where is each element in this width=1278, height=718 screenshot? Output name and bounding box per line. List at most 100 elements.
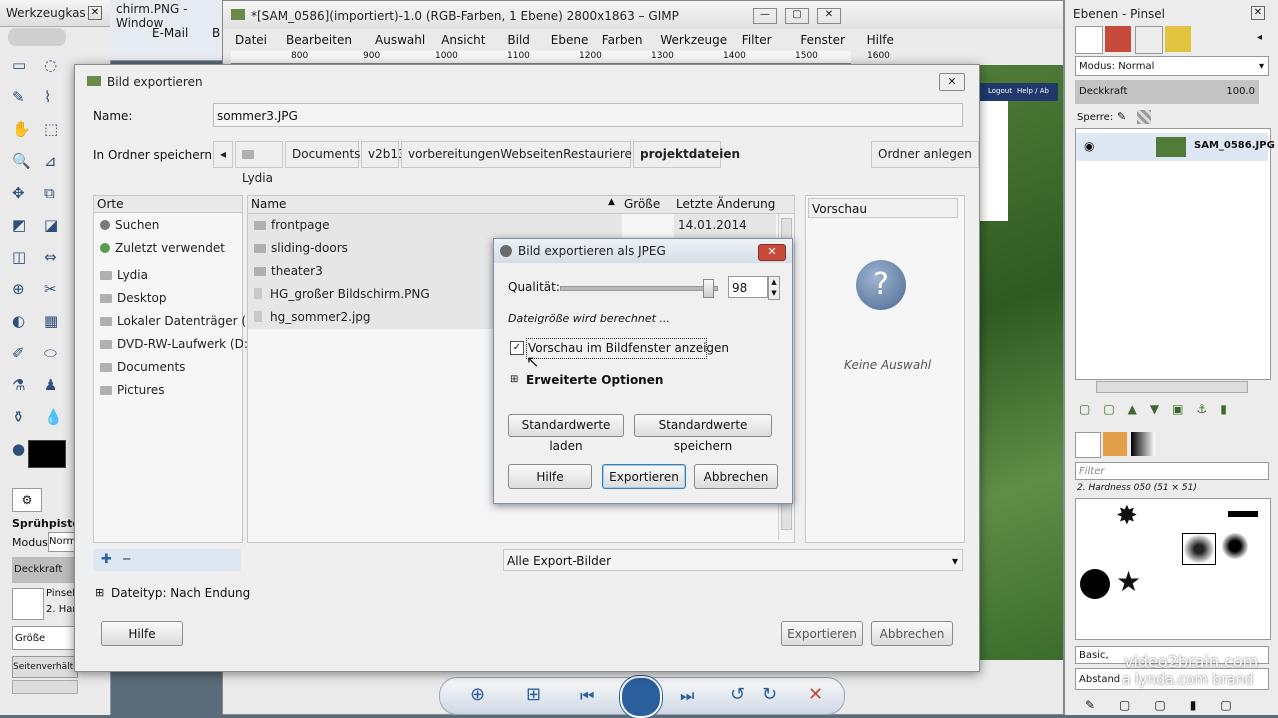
brush-selected-icon[interactable] <box>1182 533 1216 565</box>
filetype-expander-icon[interactable]: ⊞ <box>95 586 104 599</box>
create-folder-button[interactable]: Ordner anlegen <box>871 141 979 168</box>
brush-line-icon[interactable] <box>1228 511 1258 517</box>
jpeg-close-button[interactable]: ✕ <box>758 244 786 261</box>
brush-grid[interactable]: ✸ ★ <box>1075 498 1271 640</box>
places-item[interactable]: Lydia <box>94 264 242 287</box>
toolbox-scrollbar[interactable] <box>12 680 78 694</box>
jpeg-export-button[interactable]: Exportieren <box>602 464 686 489</box>
path-segment-button[interactable]: Documents <box>285 141 360 168</box>
quality-slider-track[interactable] <box>560 286 718 291</box>
export-close-button[interactable]: ✕ <box>939 73 965 91</box>
brush-round-large-icon[interactable] <box>1080 569 1110 599</box>
layers-tab-icon[interactable] <box>1075 26 1103 54</box>
places-item[interactable]: Pictures <box>94 379 242 402</box>
brush-soft-icon[interactable] <box>1222 533 1248 559</box>
zoom-tool-icon[interactable]: 🔍 <box>12 152 34 174</box>
filetype-label[interactable]: Dateityp: Nach Endung <box>111 586 250 600</box>
layer-visibility-icon[interactable]: ◉ <box>1084 139 1094 153</box>
channels-tab-icon[interactable] <box>1105 26 1131 52</box>
background-menu-b[interactable]: B <box>212 26 220 40</box>
slideshow-icon[interactable] <box>620 676 662 718</box>
background-menu-email[interactable]: E-Mail <box>152 26 188 40</box>
next-image-icon[interactable]: ⏭ <box>680 686 694 706</box>
path-segment-button[interactable]: projektdateien <box>633 141 740 168</box>
gimp-menu-5[interactable]: Ebene <box>551 29 589 51</box>
path-segment-button[interactable]: v2b13 <box>361 141 406 168</box>
layer-mode-select[interactable]: Modus: Normal ▾ <box>1075 56 1269 76</box>
gimp-menu-2[interactable]: Auswahl <box>375 29 425 51</box>
places-item[interactable]: DVD-RW-Laufwerk (D:) <box>94 333 253 356</box>
cage-tool-icon[interactable]: ⊕ <box>12 280 34 302</box>
gimp-minimize-button[interactable]: — <box>753 8 777 24</box>
preview-checkbox-label[interactable]: Vorschau im Bildfenster anzeigen <box>528 341 729 355</box>
clone-tool-icon[interactable]: ♟ <box>44 376 66 398</box>
tool-opacity-slider[interactable]: Deckkraft <box>12 557 76 583</box>
paths-tool-icon[interactable]: ✂ <box>44 280 66 302</box>
gimp-menu-1[interactable]: Bearbeiten <box>286 29 352 51</box>
previous-image-icon[interactable]: ⏮ <box>580 686 594 706</box>
paths-tab-icon[interactable] <box>1135 26 1163 54</box>
quality-spin-arrows[interactable]: ▲ ▼ <box>768 276 780 300</box>
filename-input[interactable]: sommer3.JPG <box>213 103 963 127</box>
remove-bookmark-icon[interactable]: ━ <box>123 552 130 566</box>
column-size-header[interactable]: Größe <box>624 197 660 211</box>
layers-dock-close-button[interactable]: ✕ <box>1251 6 1265 20</box>
rotate-left-icon[interactable]: ↺ <box>730 684 745 705</box>
gimp-menu-3[interactable]: Ansicht <box>441 29 485 51</box>
layer-row[interactable]: ◉ SAM_0586.JPG <box>1076 133 1275 161</box>
tool-size-slider[interactable]: Größe <box>12 626 76 650</box>
filetype-filter-select[interactable]: Alle Export-Bilder ▾ <box>503 549 963 571</box>
gimp-menu-8[interactable]: Filter <box>742 29 772 51</box>
gimp-menu-4[interactable]: Bild <box>507 29 530 51</box>
preview-checkbox[interactable]: ✓ <box>510 341 524 355</box>
path-segment-button[interactable]: vorbereitungenWebseitenRestaurieren <box>401 141 640 168</box>
export-cancel-button[interactable]: Abbrechen <box>871 621 953 646</box>
places-item[interactable]: Zuletzt verwendet <box>94 237 242 260</box>
places-item[interactable]: Desktop <box>94 287 242 310</box>
tool-aspect-slider[interactable]: Seitenverhältn <box>12 656 78 678</box>
gimp-menu-6[interactable]: Farben <box>602 29 643 51</box>
scale-tool-icon[interactable]: ◫ <box>12 248 34 270</box>
save-defaults-button[interactable]: Standardwerte speichern <box>634 414 772 453</box>
gimp-menu-0[interactable]: Datei <box>235 29 267 51</box>
undo-tab-icon[interactable] <box>1165 26 1191 52</box>
free-select-tool-icon[interactable]: ✎ <box>12 88 34 110</box>
rotate-tool-icon[interactable]: ◪ <box>44 216 66 238</box>
load-defaults-button[interactable]: Standardwerte laden <box>508 414 624 453</box>
export-help-button[interactable]: Hilfe <box>101 621 183 646</box>
brushes-tab-icon[interactable] <box>1075 432 1101 458</box>
gradients-tab-icon[interactable] <box>1131 432 1155 456</box>
export-export-button[interactable]: Exportieren <box>781 621 863 646</box>
path-segment-button[interactable]: Lydia <box>235 141 283 185</box>
gimp-menu-7[interactable]: Werkzeuge <box>660 29 727 51</box>
zoom-in-icon[interactable]: ⊕ <box>470 684 485 705</box>
path-back-button[interactable]: ◂ <box>213 141 233 168</box>
places-item[interactable]: Documents <box>94 356 242 379</box>
measure-tool-icon[interactable]: ⊿ <box>44 152 66 174</box>
foreground-color-swatch[interactable] <box>28 440 66 468</box>
fit-view-icon[interactable]: ⊞ <box>526 684 541 705</box>
places-header[interactable]: Orte <box>94 196 242 213</box>
paintbrush-tool-icon[interactable]: ✐ <box>12 344 34 366</box>
add-bookmark-icon[interactable]: ✚ <box>101 552 112 567</box>
places-item[interactable]: Suchen <box>94 214 242 237</box>
lock-alpha-icon[interactable] <box>1137 110 1151 124</box>
crop-tool-icon[interactable]: ◩ <box>12 216 34 238</box>
column-modified-header[interactable]: Letzte Änderung <box>676 197 775 211</box>
blur-tool-icon[interactable]: 💧 <box>44 408 66 430</box>
quality-spinbox[interactable]: 98 <box>728 276 768 298</box>
layer-list-scrollbar[interactable] <box>1096 381 1248 393</box>
scissors-tool-icon[interactable]: ⬚ <box>44 120 66 142</box>
gimp-menu-10[interactable]: Hilfe <box>867 29 894 51</box>
lock-pixels-icon[interactable]: ✎ <box>1117 110 1126 123</box>
layer-opacity-slider[interactable]: Deckkraft 100.0 <box>1075 80 1259 104</box>
layers-dock-menu-icon[interactable]: ◂ <box>1257 32 1262 43</box>
gimp-maximize-button[interactable]: ▢ <box>785 8 809 24</box>
brush-star-icon[interactable]: ✸ <box>1116 501 1138 531</box>
file-row[interactable]: frontpage 14.01.2014 <box>248 214 776 237</box>
tool-brush-preview[interactable] <box>12 588 44 620</box>
rotate-right-icon[interactable]: ↻ <box>762 684 777 705</box>
fuzzy-select-tool-icon[interactable]: ⌇ <box>44 88 66 110</box>
quality-slider-thumb[interactable] <box>703 279 715 298</box>
gimp-menu-9[interactable]: Fenster <box>800 29 845 51</box>
